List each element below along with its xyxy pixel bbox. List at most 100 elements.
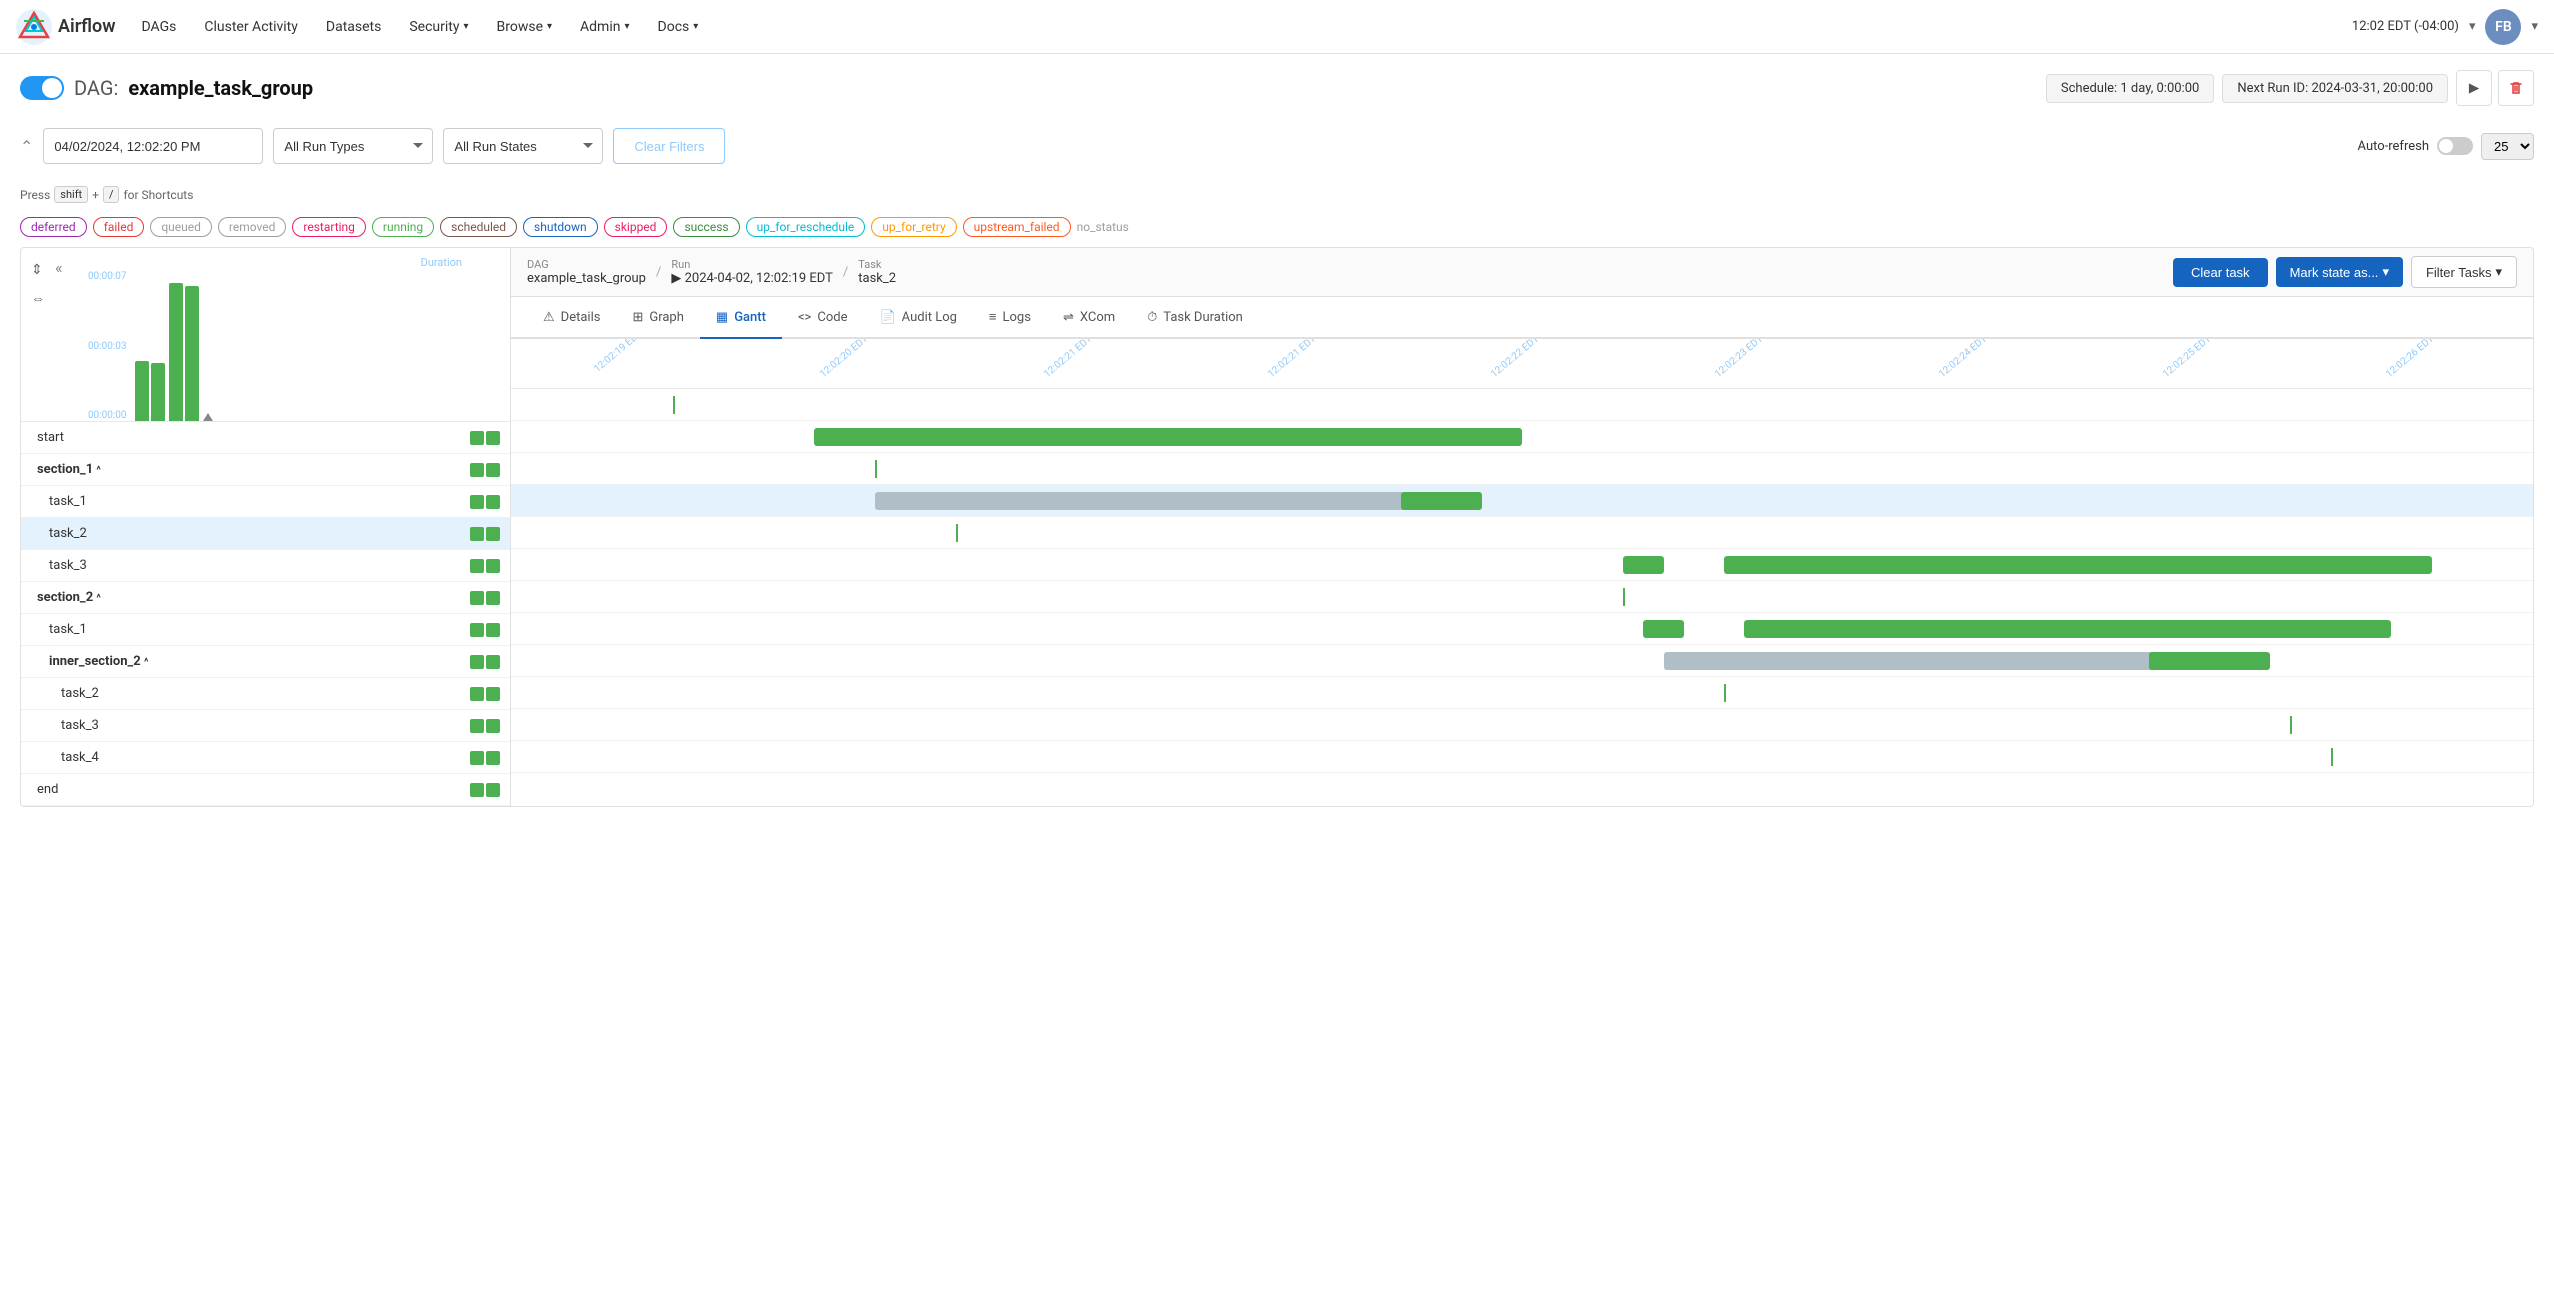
filter-tasks-button[interactable]: Filter Tasks ▾ bbox=[2411, 256, 2517, 288]
nav-cluster-activity[interactable]: Cluster Activity bbox=[192, 13, 310, 41]
task-row-s1-task1[interactable]: task_1 bbox=[21, 486, 510, 518]
tab-logs[interactable]: ≡ Logs bbox=[973, 297, 1047, 339]
timeline-8: 12:02:26 EDT bbox=[2384, 339, 2436, 380]
details-icon: ⚠ bbox=[543, 310, 555, 325]
gantt-bar-s1-task1 bbox=[875, 460, 877, 478]
task-row-s1-task2[interactable]: task_2 bbox=[21, 518, 510, 550]
auto-refresh-toggle[interactable] bbox=[2437, 137, 2473, 155]
task-row-inner-section2[interactable]: inner_section_2 ^ bbox=[21, 646, 510, 678]
task-row-s1-task3[interactable]: task_3 bbox=[21, 550, 510, 582]
gantt-bar-start bbox=[673, 396, 675, 414]
nav-security[interactable]: Security ▾ bbox=[397, 13, 480, 41]
task-squares-section2 bbox=[470, 591, 500, 605]
docs-chevron: ▾ bbox=[693, 21, 698, 32]
dag-actions: ▶ bbox=[2456, 70, 2534, 106]
main-content: DAG: example_task_group Schedule: 1 day,… bbox=[0, 54, 2554, 823]
expand-horizontal-icon[interactable]: ⇔ bbox=[29, 288, 47, 309]
nav-dags[interactable]: DAGs bbox=[130, 13, 189, 41]
tab-task-duration[interactable]: ⏱ Task Duration bbox=[1131, 298, 1259, 339]
task-row-is2-task3[interactable]: task_3 bbox=[21, 710, 510, 742]
left-panel-collapse[interactable]: « bbox=[51, 256, 67, 279]
tag-queued[interactable]: queued bbox=[150, 217, 212, 237]
task-list: start section_1 ^ task_1 bbox=[21, 422, 510, 806]
dag-meta: Schedule: 1 day, 0:00:00 Next Run ID: 20… bbox=[2046, 70, 2534, 106]
timeline-7: 12:02:25 EDT bbox=[2161, 339, 2213, 380]
logs-icon: ≡ bbox=[989, 309, 997, 325]
gantt-row-section2 bbox=[511, 549, 2533, 581]
collapse-icon[interactable]: ⌃ bbox=[20, 137, 33, 156]
tab-details[interactable]: ⚠ Details bbox=[527, 298, 616, 339]
expand-vertical-icon[interactable]: ⇕ bbox=[29, 260, 47, 280]
user-avatar[interactable]: FB bbox=[2485, 9, 2521, 45]
tab-audit-log[interactable]: 📄 Audit Log bbox=[863, 298, 972, 339]
tab-graph[interactable]: ⊞ Graph bbox=[616, 298, 699, 339]
tag-no-status[interactable]: no_status bbox=[1077, 220, 1129, 234]
gantt-icon: ▦ bbox=[716, 310, 728, 325]
tag-shutdown[interactable]: shutdown bbox=[523, 217, 598, 237]
task-row-section2[interactable]: section_2 ^ bbox=[21, 582, 510, 614]
filter-tasks-chevron: ▾ bbox=[2495, 264, 2502, 280]
user-chevron[interactable]: ▾ bbox=[2531, 19, 2538, 34]
gantt-row-is2-task3 bbox=[511, 677, 2533, 709]
shortcuts-text2: + bbox=[92, 188, 99, 202]
gantt-row-is2-task4 bbox=[511, 709, 2533, 741]
dag-toggle[interactable] bbox=[20, 76, 64, 100]
tag-restarting[interactable]: restarting bbox=[292, 217, 366, 237]
task-row-s2-task1[interactable]: task_1 bbox=[21, 614, 510, 646]
gantt-bar-end bbox=[2331, 748, 2333, 766]
brand[interactable]: Airflow bbox=[16, 9, 116, 45]
run-types-select[interactable]: All Run Types bbox=[273, 128, 433, 164]
nav-docs[interactable]: Docs ▾ bbox=[646, 13, 711, 41]
breadcrumb-run-label: Run bbox=[671, 258, 833, 271]
nav-admin[interactable]: Admin ▾ bbox=[568, 13, 641, 41]
tag-running[interactable]: running bbox=[372, 217, 434, 237]
clear-filters-button[interactable]: Clear Filters bbox=[613, 128, 725, 164]
task-row-is2-task4[interactable]: task_4 bbox=[21, 742, 510, 774]
breadcrumb-dag-label: DAG bbox=[527, 258, 646, 271]
tag-deferred[interactable]: deferred bbox=[20, 217, 87, 237]
task-row-section1[interactable]: section_1 ^ bbox=[21, 454, 510, 486]
gantt-row-s1-task3 bbox=[511, 517, 2533, 549]
breadcrumb-task-value: task_2 bbox=[858, 271, 896, 286]
clear-task-button[interactable]: Clear task bbox=[2173, 258, 2268, 287]
shortcuts-key1: shift bbox=[54, 186, 88, 203]
task-row-end[interactable]: end bbox=[21, 774, 510, 806]
task-squares-s1-task3 bbox=[470, 559, 500, 573]
shortcuts-bar: Press shift + / for Shortcuts bbox=[20, 182, 2534, 211]
task-row-is2-task2[interactable]: task_2 bbox=[21, 678, 510, 710]
tag-success[interactable]: success bbox=[673, 217, 739, 237]
tab-gantt[interactable]: ▦ Gantt bbox=[700, 298, 782, 339]
nav-browse[interactable]: Browse ▾ bbox=[485, 13, 565, 41]
time-chevron[interactable]: ▾ bbox=[2469, 19, 2476, 34]
tag-removed[interactable]: removed bbox=[218, 217, 286, 237]
task-row-start[interactable]: start bbox=[21, 422, 510, 454]
refresh-count-select[interactable]: 25 bbox=[2481, 133, 2534, 160]
gantt-row-is2-task2 bbox=[511, 645, 2533, 677]
tab-code[interactable]: <> Code bbox=[782, 298, 864, 339]
run-states-select[interactable]: All Run States bbox=[443, 128, 603, 164]
task-name-is2-task3: task_3 bbox=[37, 718, 470, 733]
tag-up-for-retry[interactable]: up_for_retry bbox=[871, 217, 956, 237]
task-squares-end bbox=[470, 783, 500, 797]
task-squares-s2-task1 bbox=[470, 623, 500, 637]
task-name-s1-task2: task_2 bbox=[37, 526, 470, 541]
tag-upstream-failed[interactable]: upstream_failed bbox=[963, 217, 1071, 237]
tag-failed[interactable]: failed bbox=[93, 217, 145, 237]
gantt-area[interactable]: 12:02:19 EDT 12:02:20 EDT 12:02:21 EDT 1… bbox=[511, 339, 2533, 806]
play-button[interactable]: ▶ bbox=[2456, 70, 2492, 106]
delete-button[interactable] bbox=[2498, 70, 2534, 106]
tab-xcom[interactable]: ⇌ XCom bbox=[1047, 298, 1131, 339]
tag-scheduled[interactable]: scheduled bbox=[440, 217, 517, 237]
graph-icon: ⊞ bbox=[632, 310, 643, 325]
gantt-bar-s1-task2-gray bbox=[875, 492, 1441, 510]
date-filter-input[interactable] bbox=[43, 128, 263, 164]
auto-refresh-row: Auto-refresh 25 bbox=[2358, 133, 2534, 160]
mark-state-button[interactable]: Mark state as... ▾ bbox=[2276, 257, 2403, 287]
gantt-row-s2-task1 bbox=[511, 581, 2533, 613]
gantt-row-s1-task2 bbox=[511, 485, 2533, 517]
bar-1b bbox=[151, 363, 165, 421]
nav-datasets[interactable]: Datasets bbox=[314, 13, 393, 41]
tag-up-for-reschedule[interactable]: up_for_reschedule bbox=[746, 217, 866, 237]
task-name-section2: section_2 ^ bbox=[37, 590, 470, 605]
tag-skipped[interactable]: skipped bbox=[604, 217, 668, 237]
